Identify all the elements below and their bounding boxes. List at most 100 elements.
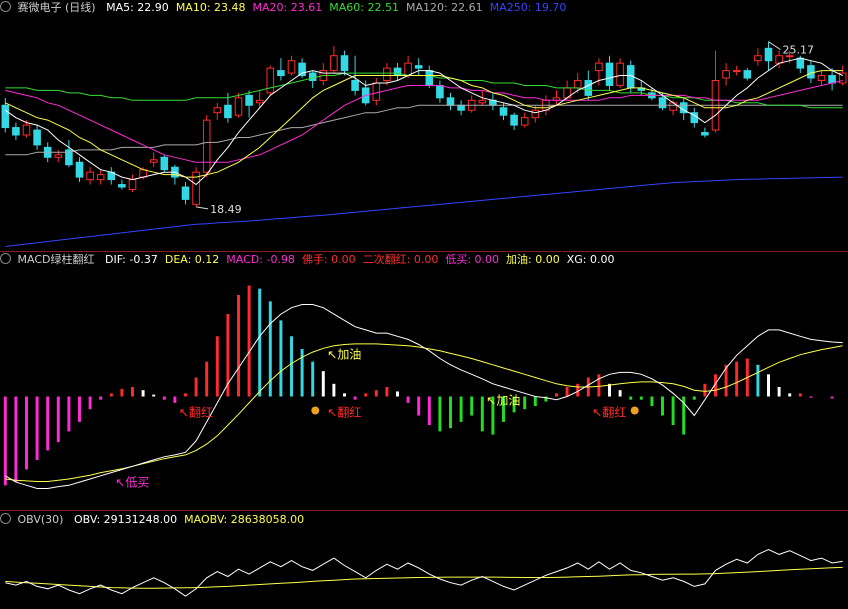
ma-legend: MA5: 22.90 MA10: 23.48 MA20: 23.61 MA60: 22… [106,1,573,14]
candle-up [616,62,624,86]
macd-indicator-0: DIF: -0.37 [104,253,158,266]
candle-up [383,67,391,81]
candle-up [817,75,826,82]
stock-title: 赛微电子 (日线) [17,1,96,14]
macd-indicator-2: MACD: -0.98 [226,253,295,266]
candle-up [22,124,31,136]
settings-circle-icon[interactable] [0,1,11,12]
candle-down [75,161,84,178]
candle-up [213,107,222,114]
candle-down [118,184,126,188]
candle-up [266,67,275,94]
candle-up [139,169,147,178]
badge-jian: 減 [815,238,828,252]
obv-line [5,548,843,597]
candle-up [330,55,338,72]
signal-jiayou-2: ↖加油 [486,394,520,408]
macd-indicator-1: DEA: 0.12 [164,253,220,266]
signal-jiayou-1: ↖加油 [327,348,361,362]
high-price-label: 25.17 [783,44,815,57]
candle-up [722,70,730,79]
badge-gang: 港 [709,238,722,252]
candle-down [796,57,805,69]
candle-down [605,62,614,86]
signal-fanhong-2: ↖翻红 [327,405,361,420]
low-marker-line [196,206,209,210]
candle-up [595,62,603,72]
candle-down [828,75,836,84]
dif-line [5,304,843,489]
low-price-label: 18.49 [210,203,242,216]
candle-down [181,186,190,200]
ma-label-ma120: MA120: 22.61 [405,1,483,14]
panel-separator [0,510,848,511]
candle-down [584,80,593,96]
candle-down [414,65,423,69]
candle-down [33,129,41,146]
candle-down [245,94,253,106]
obv-legend: OBV: 29131248.00 MAOBV: 28638058.00 [74,513,311,526]
candle-up [255,99,264,104]
dea-line [5,343,843,482]
candle-up [372,82,381,101]
macd-indicator-3: 佛手: 0.00 [301,253,356,266]
candle-down [436,84,444,99]
candle-down [1,104,10,129]
candle-up [86,171,94,181]
candle-up [732,70,741,73]
macd-title: MACD绿柱翻红 [17,253,95,266]
candle-down [701,132,709,136]
macd-chart[interactable]: ↖翻红 ↖翻红 ↖翻红 ↖加油 ↖加油 ↖低买 [0,268,848,508]
candle-up [234,97,243,116]
obv-chart[interactable] [0,528,848,608]
candle-up [775,55,783,64]
obv-indicator-0: OBV: 29131248.00 [73,513,178,526]
ma-label-ma250: MA250: 19.70 [489,1,567,14]
ma-label-ma60: MA60: 22.51 [329,1,399,14]
settings-circle-icon[interactable] [0,513,11,524]
candle-down [658,97,667,109]
macd-legend: DIF: -0.37 DEA: 0.12 MACD: -0.98 佛手: 0.00 二次… [105,253,622,266]
macd-indicator-5: 低买: 0.00 [445,253,500,266]
candle-down [224,104,232,119]
badge-cai: 财 [756,238,769,252]
candle-down [457,104,465,111]
obv-header: OBV(30) OBV: 29131248.00 MAOBV: 28638058.… [0,512,848,528]
candle-down [510,114,518,126]
settings-circle-icon[interactable] [0,253,11,264]
main-header: 赛微电子 (日线) MA5: 22.90 MA10: 23.48 MA20: 23.… [0,0,848,16]
candle-up [96,174,105,181]
hand-pointer-icon [311,406,320,415]
candle-up [149,159,158,163]
candle-down [807,65,815,79]
candle-down [277,70,285,77]
candle-up [478,99,487,104]
signal-dimai: ↖低买 [115,476,149,490]
obv-title: OBV(30) [17,513,64,526]
candle-up [531,109,540,119]
candle-up [754,55,762,62]
candle-down [160,156,169,171]
candle-down [340,55,349,72]
candle-up [54,154,63,158]
candle-up [128,179,137,191]
candle-up [202,119,211,173]
candle-down [308,72,317,81]
macd-indicator-6: 加油: 0.00 [506,253,560,266]
candle-down [499,107,508,116]
macd-indicator-7: XG: 0.00 [566,253,615,266]
candle-down [425,70,434,86]
signal-fanhong-3: ↖翻红 [592,405,626,420]
candlestick-chart[interactable]: 25.17 18.49 [0,16,848,250]
hand-pointer-icon [630,406,639,415]
ma-label-ma5: MA5: 22.90 [106,1,169,14]
ma-label-ma20: MA20: 23.61 [252,1,323,14]
candle-down [12,127,20,136]
candle-up [287,60,296,74]
ma-label-ma10: MA10: 23.48 [175,1,246,14]
obv-indicator-1: MAOBV: 28638058.00 [184,513,305,526]
candle-down [446,97,455,106]
candle-up [404,62,412,77]
macd-indicator-4: 二次翻红: 0.00 [362,253,439,266]
signal-fanhong-1: ↖翻红 [179,405,213,420]
